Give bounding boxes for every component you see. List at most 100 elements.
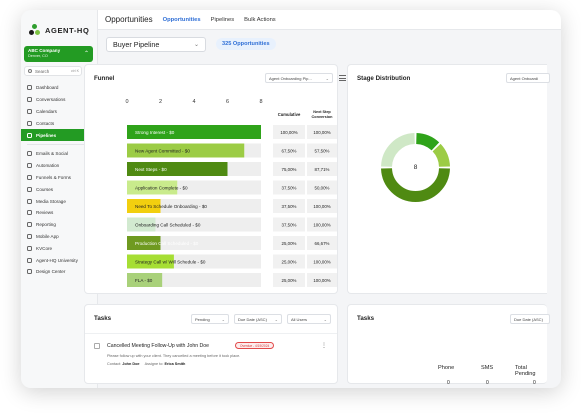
- pipeline-select-value: Buyer Pipeline: [113, 39, 160, 49]
- conversion-value: 50,00%: [315, 185, 330, 190]
- pipeline-select[interactable]: Buyer Pipeline ⌄: [106, 36, 206, 52]
- chevron-down-icon: ⌄: [221, 316, 225, 322]
- sidebar-item-label: Reporting: [36, 222, 56, 228]
- task-sort-value: Due Date (ASC): [238, 316, 267, 322]
- stat-total-pending-label: Total Pending: [515, 365, 536, 377]
- cumulative-value: 37,50%: [282, 185, 297, 190]
- x-tick-label: 6: [226, 99, 229, 105]
- tab-bulk-actions[interactable]: Bulk Actions: [244, 17, 276, 23]
- contact-label: Contact:: [107, 362, 122, 366]
- opportunity-count-badge: 325 Opportunities: [216, 38, 276, 50]
- star-icon: [27, 210, 32, 216]
- sidebar-item-label: KVCore: [36, 245, 53, 251]
- sidebar-item-label: Contacts: [36, 120, 55, 126]
- search-input[interactable]: Search ctrl K: [24, 66, 82, 76]
- task-users-select[interactable]: All Users ⌄: [287, 314, 331, 324]
- stage-pipeline-select-value: Agent Onboardi: [510, 75, 539, 81]
- stat-sms-label: SMS: [481, 365, 494, 371]
- funnel-icon: [27, 174, 32, 180]
- sidebar-item-label: Agent-HQ University: [36, 257, 78, 263]
- chevron-down-icon: ⌄: [325, 75, 329, 81]
- home-icon: [27, 245, 32, 251]
- automation-icon: [27, 163, 32, 169]
- task-assignee: Erica Smith: [164, 362, 186, 366]
- sidebar-item-label: Automation: [36, 163, 60, 169]
- task-meta: Contact: John Doe Assigne to: Erica Smit…: [107, 362, 185, 366]
- cumulative-value: 75,00%: [282, 167, 297, 172]
- task-item[interactable]: Cancelled Meeting Follow-Up with John Do…: [94, 340, 329, 376]
- conversion-value: 100,00%: [313, 204, 330, 209]
- sidebar-item-label: Funnels & Forms: [36, 174, 71, 180]
- bar-label: Need To Schedule Onboarding - $0: [135, 204, 207, 209]
- search-placeholder: Search: [35, 68, 50, 74]
- funnel-pipeline-select[interactable]: Agent Onboarding Pip... ⌄: [265, 73, 333, 83]
- graduation-icon: [27, 257, 32, 263]
- bar-label: Strategy Call w/ Will Schedule - $0: [135, 260, 206, 265]
- search-shortcut: ctrl K: [70, 69, 79, 73]
- sidebar-item-label: Calendars: [36, 108, 57, 114]
- stage-pipeline-select[interactable]: Agent Onboardi: [506, 73, 550, 83]
- tab-pipelines[interactable]: Pipelines: [211, 17, 235, 23]
- conversion-value: 100,00%: [313, 222, 330, 227]
- sidebar-item-label: Dashboard: [36, 85, 59, 91]
- tab-opportunities[interactable]: Opportunities: [163, 17, 201, 23]
- contacts-icon: [27, 120, 32, 126]
- x-tick-label: 0: [125, 99, 128, 105]
- design-icon: [27, 269, 32, 275]
- calendar-icon: [27, 108, 32, 114]
- donut-chart: 8: [378, 130, 453, 205]
- sidebar-item-label: Design Center: [36, 269, 66, 275]
- sidebar-item-label: Conversations: [36, 97, 66, 103]
- chart-icon: [27, 222, 32, 228]
- conversion-value: 57,50%: [315, 148, 330, 153]
- stat-total-pending-value: 0: [533, 380, 536, 386]
- x-tick-label: 4: [192, 99, 195, 105]
- logo-text: AGENT-HQ: [45, 25, 90, 35]
- conversion-value: 100,00%: [313, 259, 330, 264]
- cumulative-value: 37,50%: [282, 222, 297, 227]
- search-icon: [28, 69, 32, 73]
- sidebar-item-label: Mobile App: [36, 233, 59, 239]
- stage-distribution-card: Stage Distribution Agent Onboardi 8: [347, 64, 550, 294]
- conversion-value: 87,71%: [315, 167, 330, 172]
- next-step-header: Conversion: [312, 115, 334, 119]
- cumulative-value: 37,50%: [282, 204, 297, 209]
- bar-label: Strong Interest - $0: [135, 130, 175, 135]
- stage-title: Stage Distribution: [357, 75, 411, 82]
- menu-icon[interactable]: [339, 75, 346, 82]
- sidebar-item-label: Reviews: [36, 210, 54, 216]
- bar-label: Production Call Scheduled - $0: [135, 241, 199, 246]
- task-checkbox[interactable]: [94, 343, 100, 349]
- sidebar-divider: [27, 141, 91, 145]
- task-status-select[interactable]: Pending ⌄: [191, 314, 229, 324]
- funnel-title: Funnel: [94, 75, 115, 82]
- funnel-card: Funnel Agent Onboarding Pip... ⌄ 0 2 4 6 8 Cu…: [84, 64, 346, 294]
- cumulative-header: Cumulative: [278, 112, 301, 117]
- task-contact[interactable]: John Doe: [122, 362, 139, 366]
- assignee-label: Assigne to:: [144, 362, 164, 366]
- task-stats-title: Tasks: [357, 315, 375, 322]
- page-title: Opportunities: [105, 15, 153, 24]
- chevron-down-icon: ⌄: [274, 316, 278, 322]
- mail-icon: [27, 151, 32, 157]
- next-step-header: Next Step: [313, 110, 331, 114]
- stat-phone-label: Phone: [438, 365, 455, 371]
- dashboard-icon: [27, 85, 32, 91]
- task-stats-sort-select[interactable]: Due Date (ASC): [510, 314, 550, 324]
- task-sort-select[interactable]: Due Date (ASC) ⌄: [234, 314, 282, 324]
- more-icon[interactable]: ⋮: [321, 342, 327, 349]
- tasks-card: Tasks Pending ⌄ Due Date (ASC) ⌄ All Users…: [84, 304, 338, 384]
- chevron-down-icon: ⌄: [323, 316, 327, 322]
- task-status-value: Pending: [195, 316, 210, 322]
- cumulative-value: 25,00%: [282, 241, 297, 246]
- company-switcher[interactable]: ABC Company Denver, CO ⌃: [24, 46, 93, 62]
- funnel-pipeline-select-value: Agent Onboarding Pip...: [269, 75, 312, 81]
- company-location: Denver, CO: [28, 54, 48, 58]
- bar-label: Next Steps - $0: [135, 167, 167, 172]
- task-users-value: All Users: [291, 316, 308, 322]
- sidebar-item-label: Media Storage: [36, 198, 66, 204]
- chevron-down-icon: ⌄: [193, 41, 199, 48]
- tasks-title: Tasks: [94, 315, 112, 322]
- phone-icon: [27, 233, 32, 239]
- conversion-value: 100,00%: [313, 130, 330, 135]
